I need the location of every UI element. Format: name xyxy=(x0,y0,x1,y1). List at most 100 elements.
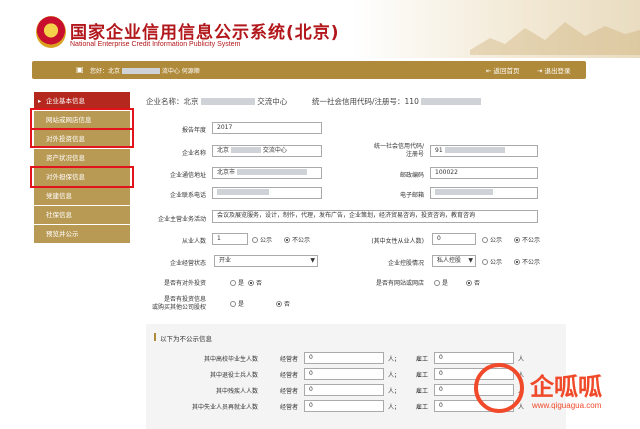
radio-dot xyxy=(230,280,236,286)
company-name-label: 企业名称：北京 xyxy=(146,97,199,106)
female-employees-input[interactable]: 0 xyxy=(432,233,476,245)
manager-input[interactable]: 0 xyxy=(304,384,384,396)
redacted-block xyxy=(435,189,493,195)
user-bar: ▣ 您好：北京 流中心 何源顺 ⇤ 返回首页 ⇥ 退出登录 xyxy=(32,61,586,79)
credit-code-label-line2: 注册号 xyxy=(405,151,424,158)
sidebar-item-label: 党建信息 xyxy=(46,192,72,200)
radio-label: 不公示 xyxy=(292,237,311,244)
status-select[interactable]: 开业 ▼ xyxy=(214,255,318,267)
manager-label: 经营者 xyxy=(279,388,298,395)
sidebar-item-social-security[interactable]: 社保信息 xyxy=(34,206,130,225)
website-no-radio[interactable]: 否 xyxy=(466,278,480,287)
phone-input[interactable] xyxy=(212,187,322,199)
employees-input[interactable]: 1 xyxy=(212,233,248,245)
employees-not-public-radio[interactable]: 不公示 xyxy=(284,235,310,244)
email-input[interactable] xyxy=(430,187,538,199)
panel-title: 以下为不公示信息 xyxy=(160,335,212,343)
status-label: 企业经营状态 xyxy=(169,260,206,267)
manager-input[interactable]: 0 xyxy=(304,368,384,380)
watermark-url: www.qiguagua.com xyxy=(532,401,602,410)
equity-question-label: 是否有投资信息 或购买其他公司股权 xyxy=(136,296,206,312)
company-name-field-label: 企业名称 xyxy=(181,150,206,157)
address-input[interactable]: 北京市 xyxy=(212,167,322,179)
radio-label: 否 xyxy=(256,280,263,287)
female-public-radio[interactable]: 公示 xyxy=(482,235,502,244)
company-name-line: 企业名称：北京 交流中心 xyxy=(146,96,287,107)
company-name-suffix: 交流中心 xyxy=(257,97,288,106)
radio-dot xyxy=(482,259,488,265)
credit-code-input[interactable]: 91 xyxy=(430,145,538,157)
radio-label: 公示 xyxy=(490,259,503,266)
postal-code-label: 邮政编码 xyxy=(399,172,424,179)
radio-label: 是 xyxy=(238,280,245,287)
highlight-box xyxy=(30,108,134,130)
highlight-box xyxy=(30,166,134,188)
investment-no-radio[interactable]: 否 xyxy=(248,278,262,287)
radio-label: 否 xyxy=(284,301,291,308)
chevron-down-icon: ▼ xyxy=(310,257,315,264)
sidebar-item-party[interactable]: 党建信息 xyxy=(34,187,130,206)
national-emblem-icon xyxy=(36,16,66,48)
unit-label: 人； xyxy=(388,388,401,395)
watermark-circle-icon xyxy=(474,363,524,413)
holding-label: 企业控股情况 xyxy=(387,260,424,267)
female-not-public-radio[interactable]: 不公示 xyxy=(514,235,540,244)
site-title: 国家企业信用信息公示系统(北京) xyxy=(70,23,340,43)
user-greeting: 您好：北京 流中心 何源顺 xyxy=(90,66,200,75)
redacted-block xyxy=(421,98,482,105)
business-scope-label: 企业主营业务活动 xyxy=(157,216,206,223)
radio-dot xyxy=(434,280,440,286)
radio-dot xyxy=(276,301,282,307)
redacted-block xyxy=(236,169,307,175)
watermark-brand: 企呱呱 xyxy=(530,373,602,401)
radio-label: 不公示 xyxy=(522,259,541,266)
manager-label: 经营者 xyxy=(279,372,298,379)
holding-not-public-radio[interactable]: 不公示 xyxy=(514,257,540,266)
site-header: 国家企业信用信息公示系统(北京) National Enterprise Cre… xyxy=(0,0,640,58)
sidebar-item-label: 资产状况信息 xyxy=(46,154,85,162)
unit-label: 人； xyxy=(388,356,401,363)
address-value: 北京市 xyxy=(217,169,236,176)
website-yes-radio[interactable]: 是 xyxy=(434,278,448,287)
credit-code-field-label: 统一社会信用代码/ 注册号 xyxy=(352,143,424,159)
radio-label: 公示 xyxy=(260,237,273,244)
equity-label-line1: 是否有投资信息 xyxy=(163,296,206,303)
manager-input[interactable]: 0 xyxy=(304,352,384,364)
radio-dot xyxy=(514,259,520,265)
company-name-value-suffix: 交流中心 xyxy=(262,147,287,154)
credit-code-label-line1: 统一社会信用代码/ xyxy=(373,143,424,150)
manager-input[interactable]: 0 xyxy=(304,400,384,412)
highlight-box xyxy=(30,128,134,148)
sidebar-item-label: 企业基本信息 xyxy=(46,97,85,105)
unit-label: 人； xyxy=(388,404,401,411)
radio-dot xyxy=(284,237,290,243)
logout-button[interactable]: ⇥ 退出登录 xyxy=(537,65,571,75)
redacted-block xyxy=(200,98,255,105)
unit-label: 人； xyxy=(388,372,401,379)
status-value: 开业 xyxy=(219,257,232,264)
equity-no-radio[interactable]: 否 xyxy=(276,299,290,308)
redacted-block xyxy=(230,147,261,153)
panel-row-label: 其中高校毕业生人数 xyxy=(203,356,258,363)
holding-select[interactable]: 私人控股 ▼ xyxy=(432,255,476,267)
radio-dot xyxy=(466,280,472,286)
postal-code-input[interactable]: 100022 xyxy=(430,167,538,179)
radio-label: 否 xyxy=(474,280,481,287)
redacted-block xyxy=(444,147,505,153)
company-name-input[interactable]: 北京 交流中心 xyxy=(212,145,322,157)
sidebar-item-preview[interactable]: 预览并公示 xyxy=(34,225,130,244)
user-greeting-prefix: 您好：北京 xyxy=(90,68,121,75)
equity-yes-radio[interactable]: 是 xyxy=(230,299,244,308)
logout-label: 退出登录 xyxy=(544,67,571,75)
holding-public-radio[interactable]: 公示 xyxy=(482,257,502,266)
redacted-block xyxy=(217,189,269,195)
employees-public-radio[interactable]: 公示 xyxy=(252,235,272,244)
worker-label: 雇工 xyxy=(415,404,428,411)
business-scope-input[interactable]: 会议及展览服务，设计，制作，代理，发布广告，企业策划，经济贸易咨询，投资咨询，教… xyxy=(212,210,538,223)
panel-row-label: 其中残疾人人数 xyxy=(215,388,258,395)
panel-row-label: 其中失业人员再就业人数 xyxy=(191,404,258,411)
investment-yes-radio[interactable]: 是 xyxy=(230,278,244,287)
back-home-button[interactable]: ⇤ 返回首页 xyxy=(486,65,520,75)
report-year-input[interactable]: 2017 xyxy=(212,122,322,134)
site-subtitle: National Enterprise Credit Information P… xyxy=(70,41,241,48)
